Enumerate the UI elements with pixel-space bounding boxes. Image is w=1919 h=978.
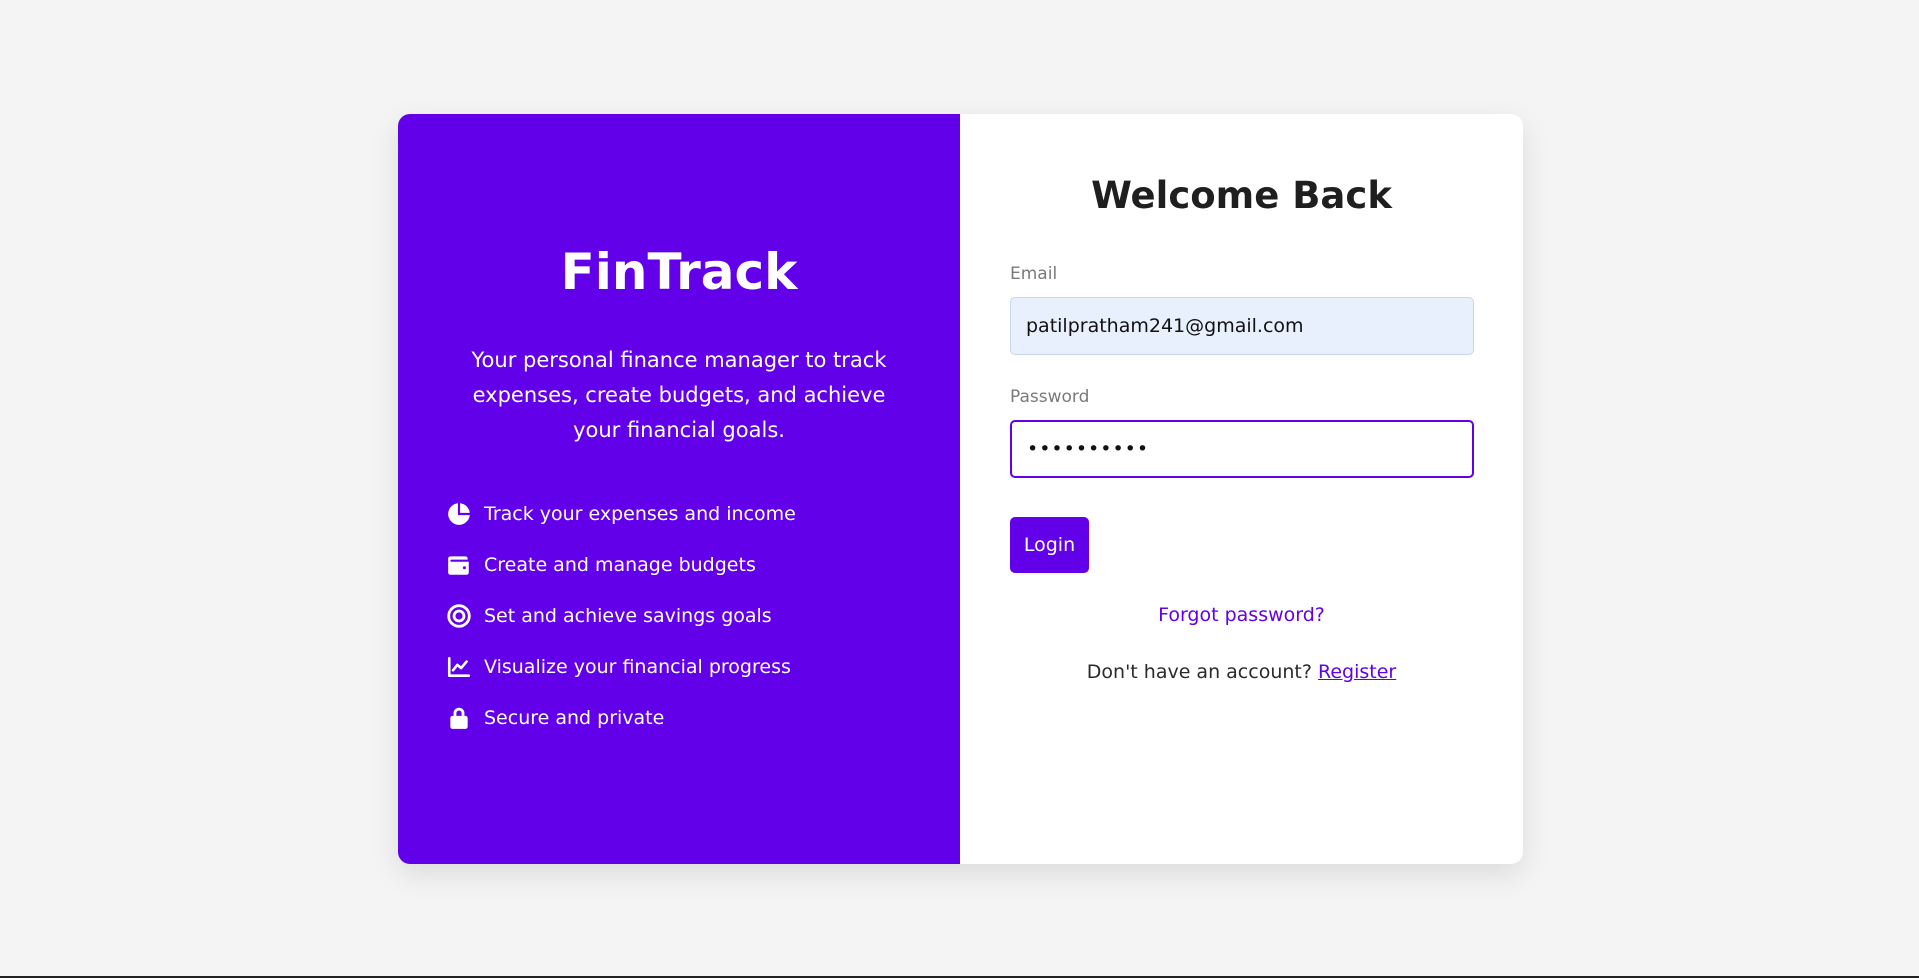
password-field[interactable] <box>1010 420 1474 478</box>
password-label: Password <box>1010 387 1090 407</box>
login-card: FinTrack Your personal finance manager t… <box>398 114 1523 864</box>
wallet-icon <box>446 552 472 578</box>
feature-list: Track your expenses and income Create an… <box>446 488 926 743</box>
email-field[interactable] <box>1010 297 1474 355</box>
feature-item-budgets: Create and manage budgets <box>446 539 926 590</box>
feature-label: Visualize your financial progress <box>484 655 791 678</box>
forgot-password-link[interactable]: Forgot password? <box>960 604 1523 626</box>
lock-icon <box>446 705 472 731</box>
feature-item-visualize-progress: Visualize your financial progress <box>446 641 926 692</box>
email-label: Email <box>1010 264 1058 284</box>
feature-label: Create and manage budgets <box>484 553 756 576</box>
line-chart-icon <box>446 654 472 680</box>
feature-item-savings-goals: Set and achieve savings goals <box>446 590 926 641</box>
register-prompt-text: Don't have an account? <box>1086 661 1318 683</box>
login-button[interactable]: Login <box>1010 517 1089 573</box>
pie-chart-icon <box>446 501 472 527</box>
page-background: FinTrack Your personal finance manager t… <box>0 0 1919 978</box>
feature-label: Track your expenses and income <box>484 502 796 525</box>
feature-label: Secure and private <box>484 706 665 729</box>
feature-item-secure: Secure and private <box>446 692 926 743</box>
register-prompt: Don't have an account? Register <box>960 661 1523 683</box>
feature-label: Set and achieve savings goals <box>484 604 772 627</box>
brand-panel: FinTrack Your personal finance manager t… <box>398 114 960 864</box>
feature-item-track-expenses: Track your expenses and income <box>446 488 926 539</box>
login-form-panel: Welcome Back Email Password Login Forgot… <box>960 114 1523 864</box>
login-title: Welcome Back <box>1091 174 1392 217</box>
register-link[interactable]: Register <box>1318 661 1396 683</box>
brand-title: FinTrack <box>560 243 798 301</box>
target-icon <box>446 603 472 629</box>
brand-tagline: Your personal finance manager to track e… <box>471 348 887 442</box>
